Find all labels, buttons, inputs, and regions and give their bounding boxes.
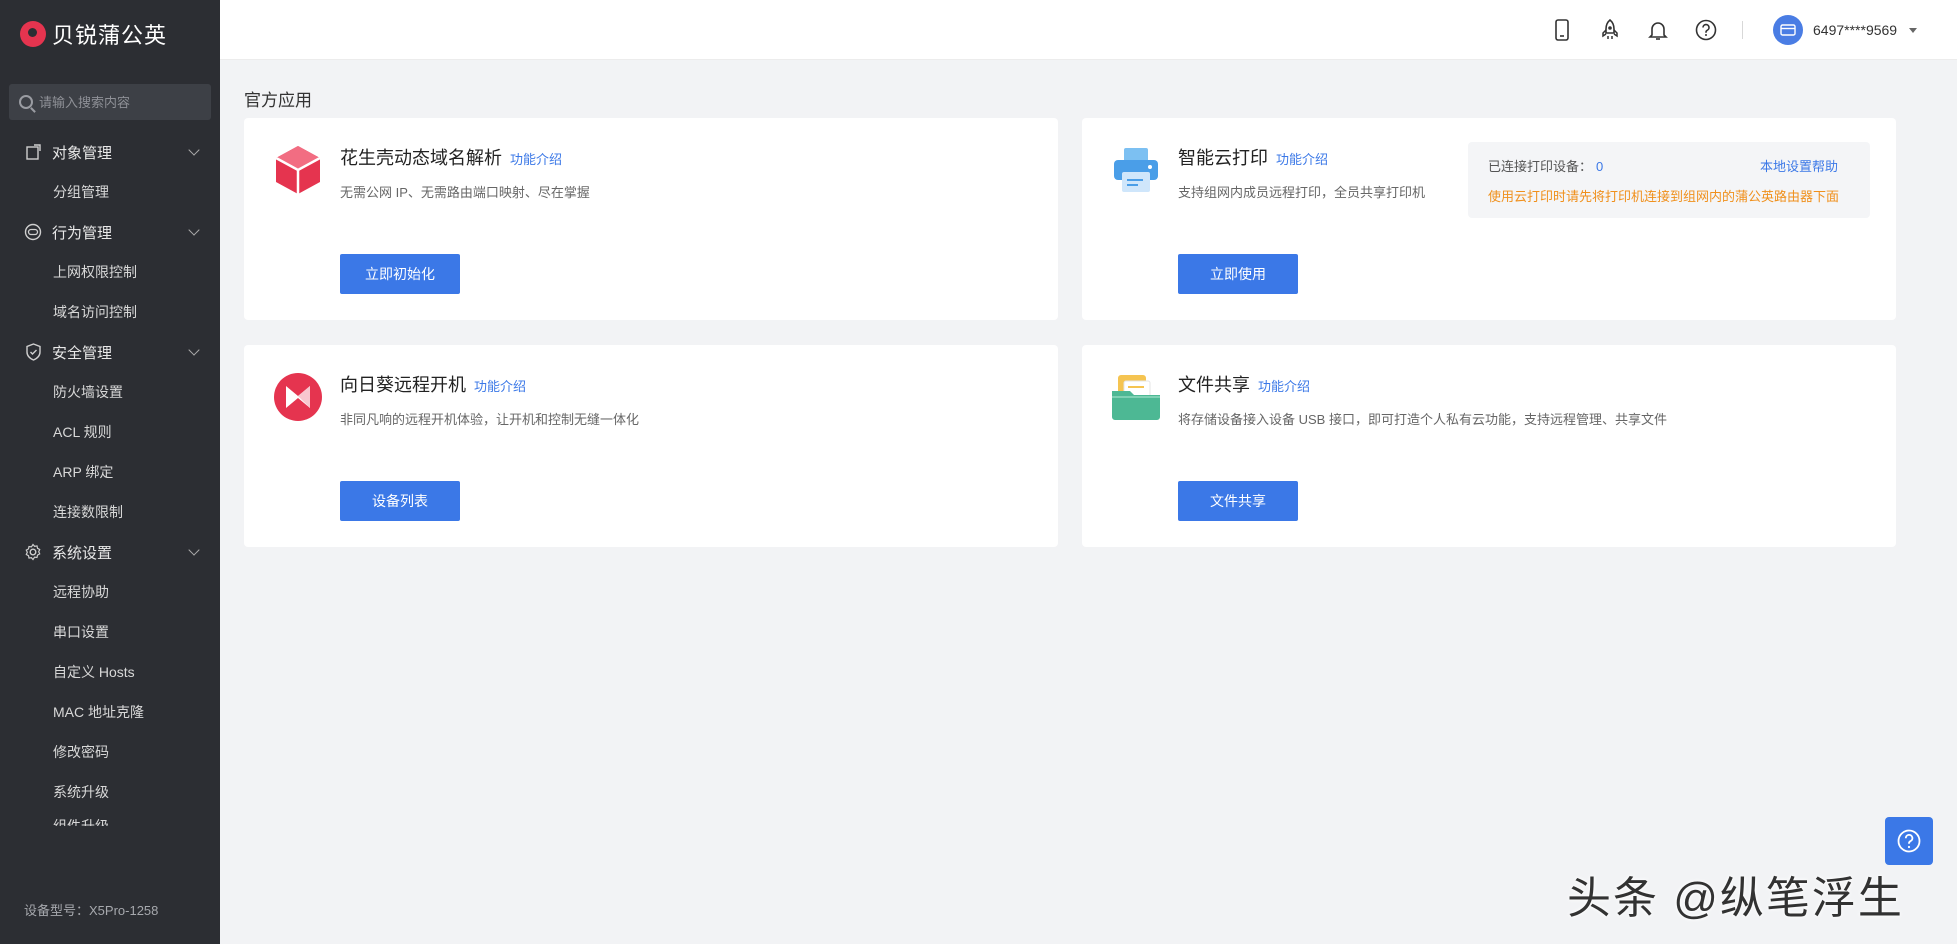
sidebar-item-component-upgrade[interactable]: 组件升级 [0,812,220,826]
card-title-text: 向日葵远程开机 [340,375,466,395]
app-card-sunlogin-wake: 向日葵远程开机 功能介绍 非同凡响的远程开机体验，让开机和控制无缝一体化 设备列… [244,345,1058,547]
divider [1742,21,1743,39]
search-input[interactable] [39,94,199,110]
use-now-button[interactable]: 立即使用 [1178,254,1298,294]
feature-intro-link[interactable]: 功能介绍 [1276,149,1328,168]
chevron-down-icon [188,344,200,356]
connected-printers: 已连接打印设备： 0 [1488,156,1603,175]
floating-help-button[interactable] [1885,817,1933,865]
folder-icon [1110,371,1162,423]
card-description: 非同凡响的远程开机体验，让开机和控制无缝一体化 [340,412,640,427]
cube-icon [272,144,324,196]
search-icon [19,95,33,109]
sidebar-menu: 对象管理 分组管理 行为管理 上网权限控制 域名访问控制 安全管理 防火墙设置 … [0,132,220,826]
card-title-text: 花生壳动态域名解析 [340,148,502,168]
caret-down-icon [1909,27,1918,33]
brand-logo[interactable]: 贝锐蒲公英 [20,18,167,50]
printer-icon [1110,144,1162,196]
card-title-text: 智能云打印 [1178,148,1268,168]
sidebar-item-serial[interactable]: 串口设置 [0,612,220,652]
card-title: 花生壳动态域名解析 功能介绍 [340,144,562,170]
app-card-file-share: 文件共享 功能介绍 将存储设备接入设备 USB 接口，即可打造个人私有云功能，支… [1082,345,1896,547]
user-menu[interactable]: 6497****9569 [1773,15,1918,45]
device-list-button[interactable]: 设备列表 [340,481,460,521]
mobile-icon[interactable] [1550,18,1574,42]
card-description: 将存储设备接入设备 USB 接口，即可打造个人私有云功能，支持远程管理、共享文件 [1178,412,1667,427]
avatar [1773,15,1803,45]
print-warning: 使用云打印时请先将打印机连接到组网内的蒲公英路由器下面 [1488,189,1840,204]
top-bar: 6497****9569 [220,0,1957,60]
behavior-icon [24,223,42,241]
gear-icon [24,543,42,561]
shield-icon [24,343,42,361]
sidebar-item-mac-clone[interactable]: MAC 地址克隆 [0,692,220,732]
card-description: 支持组网内成员远程打印，全员共享打印机 [1178,185,1426,200]
sidebar-item-arp[interactable]: ARP 绑定 [0,452,220,492]
user-name: 6497****9569 [1813,22,1898,38]
object-icon [24,143,42,161]
card-title: 文件共享 功能介绍 [1178,371,1310,397]
feature-intro-link[interactable]: 功能介绍 [510,149,562,168]
menu-group-behavior[interactable]: 行为管理 [0,212,220,252]
connected-label: 已连接打印设备： [1488,159,1593,174]
menu-group-label: 对象管理 [52,144,113,162]
card-title-text: 文件共享 [1178,375,1250,395]
print-status-panel: 已连接打印设备： 0 本地设置帮助 使用云打印时请先将打印机连接到组网内的蒲公英路… [1468,142,1870,218]
menu-group-system[interactable]: 系统设置 [0,532,220,572]
card-title: 向日葵远程开机 功能介绍 [340,371,526,397]
sidebar-item-conn-limit[interactable]: 连接数限制 [0,492,220,532]
logo-icon [20,21,46,47]
chevron-down-icon [188,144,200,156]
sidebar-item-upgrade[interactable]: 系统升级 [0,772,220,812]
menu-group-label: 行为管理 [52,224,113,242]
app-card-peanut-ddns: 花生壳动态域名解析 功能介绍 无需公网 IP、无需路由端口映射、尽在掌握 立即初… [244,118,1058,320]
watermark: 头条 @纵笔浮生 [1567,874,1904,923]
sidebar-item-remote-assist[interactable]: 远程协助 [0,572,220,612]
card-description: 无需公网 IP、无需路由端口映射、尽在掌握 [340,185,590,200]
power-on-icon [272,371,324,423]
device-model: 设备型号：X5Pro-1258 [24,903,159,918]
help-icon[interactable] [1694,18,1718,42]
initialize-button[interactable]: 立即初始化 [340,254,460,294]
rocket-icon[interactable] [1598,18,1622,42]
brand-name: 贝锐蒲公英 [52,23,168,48]
sidebar-search [9,84,211,120]
file-share-button[interactable]: 文件共享 [1178,481,1298,521]
sidebar-item-acl[interactable]: ACL 规则 [0,412,220,452]
help-icon [1897,829,1921,853]
card-title: 智能云打印 功能介绍 [1178,144,1328,170]
sidebar: 贝锐蒲公英 对象管理 分组管理 行为管理 上网权限控制 域名访问控制 [0,0,220,944]
chevron-down-icon [188,224,200,236]
menu-group-label: 系统设置 [52,544,113,562]
sidebar-item-domain-access[interactable]: 域名访问控制 [0,292,220,332]
bell-icon[interactable] [1646,18,1670,42]
sidebar-item-firewall[interactable]: 防火墙设置 [0,372,220,412]
sidebar-item-internet-access[interactable]: 上网权限控制 [0,252,220,292]
feature-intro-link[interactable]: 功能介绍 [1258,376,1310,395]
connected-count: 0 [1596,159,1604,174]
section-title: 官方应用 [244,91,312,110]
app-card-cloud-print: 智能云打印 功能介绍 支持组网内成员远程打印，全员共享打印机 立即使用 已连接打… [1082,118,1896,320]
menu-group-security[interactable]: 安全管理 [0,332,220,372]
sidebar-item-group-manage[interactable]: 分组管理 [0,172,220,212]
feature-intro-link[interactable]: 功能介绍 [474,376,526,395]
menu-group-object[interactable]: 对象管理 [0,132,220,172]
menu-group-label: 安全管理 [52,344,113,362]
sidebar-item-password[interactable]: 修改密码 [0,732,220,772]
chevron-down-icon [188,544,200,556]
sidebar-item-hosts[interactable]: 自定义 Hosts [0,652,220,692]
local-setup-help-link[interactable]: 本地设置帮助 [1760,156,1838,175]
